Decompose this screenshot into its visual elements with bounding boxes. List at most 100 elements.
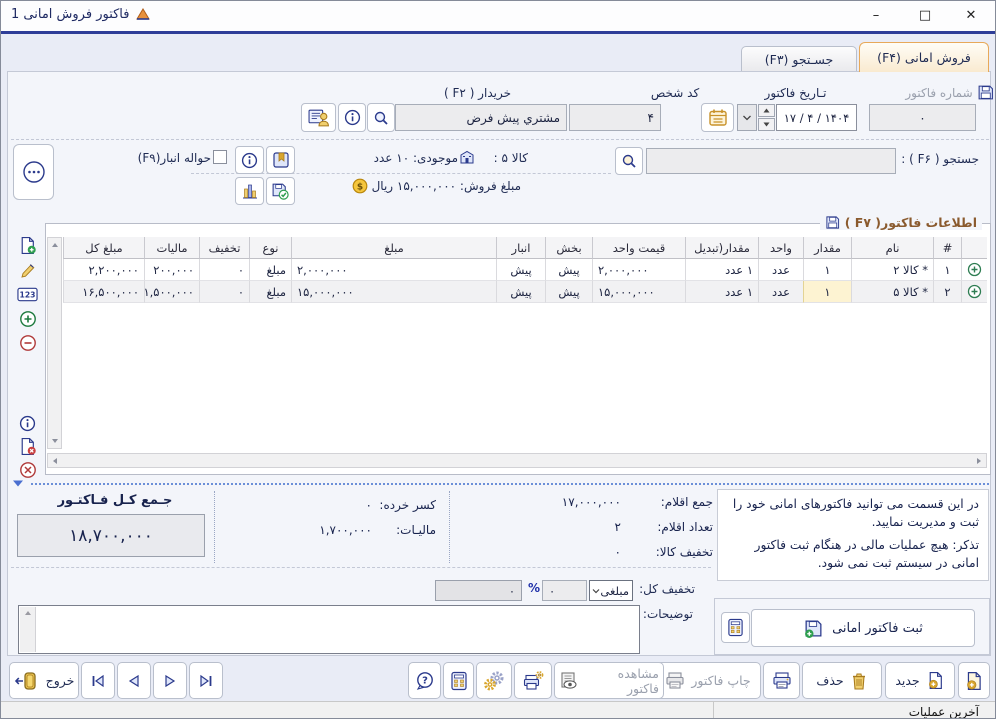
exit-button[interactable]: خروج: [9, 662, 79, 699]
column-header: نام: [851, 237, 933, 259]
warehouse-receipt-checkbox[interactable]: [213, 150, 227, 164]
cell-tax[interactable]: ۲۰۰,۰۰۰: [144, 259, 199, 281]
grid-header-row: # نام مقدار واحد مقدار(تبدیل قیمت واحد ب…: [63, 237, 987, 259]
delete-button[interactable]: حذف: [802, 662, 882, 699]
discount-percent-field[interactable]: ۰: [435, 580, 522, 601]
splitter-line[interactable]: [31, 483, 989, 485]
tab-search[interactable]: جسـتجو (F۳): [741, 46, 857, 72]
item-info-button[interactable]: [235, 146, 264, 174]
spinner-down-icon[interactable]: [758, 118, 775, 131]
cell-warehouse[interactable]: پیش: [496, 281, 545, 303]
cell-amount[interactable]: ۱۵,۰۰۰,۰۰۰: [291, 281, 496, 303]
cell-discount[interactable]: ۰: [199, 259, 249, 281]
cell-qty-conv[interactable]: ۱ عدد: [685, 259, 758, 281]
new-button[interactable]: جدید: [885, 662, 955, 699]
edit-row-icon[interactable]: [17, 260, 38, 281]
grid-vertical-scrollbar[interactable]: [47, 237, 62, 449]
close-button[interactable]: ✕: [959, 5, 983, 26]
item-search-field[interactable]: [646, 148, 896, 174]
customer-report-button[interactable]: [301, 103, 336, 132]
cell-section[interactable]: پیش: [545, 281, 592, 303]
cell-unit[interactable]: عدد: [758, 259, 803, 281]
spinner-up-icon[interactable]: [758, 104, 775, 117]
cell-unit-price[interactable]: ۱۵,۰۰۰,۰۰۰: [592, 281, 685, 303]
cell-unit[interactable]: عدد: [758, 281, 803, 303]
more-options-button[interactable]: [13, 144, 54, 200]
cell-qty-selected[interactable]: ۱: [803, 281, 851, 303]
item-search-button[interactable]: [615, 147, 643, 175]
increase-icon[interactable]: [17, 308, 38, 329]
cell-tax[interactable]: ۱,۵۰۰,۰۰۰: [144, 281, 199, 303]
buyer-search-button[interactable]: [367, 103, 395, 132]
new-invoice-icon-button[interactable]: [958, 662, 990, 699]
cell-section[interactable]: پیش: [545, 259, 592, 281]
scroll-up-icon[interactable]: [48, 238, 62, 252]
save-settings-button[interactable]: [266, 177, 295, 205]
cell-total[interactable]: ۲,۲۰۰,۰۰۰: [63, 259, 144, 281]
buyer-info-button[interactable]: [338, 103, 366, 132]
discount-amount-field[interactable]: ۰: [542, 580, 587, 601]
delete-row-icon[interactable]: [17, 436, 38, 457]
calendar-button[interactable]: [701, 103, 734, 132]
maximize-button[interactable]: □: [913, 5, 937, 26]
cell-warehouse[interactable]: پیش: [496, 259, 545, 281]
cancel-icon[interactable]: [17, 459, 38, 480]
print-settings-button[interactable]: [514, 662, 552, 699]
invoice-number-field[interactable]: ۰: [869, 104, 976, 131]
item-chart-button[interactable]: [235, 177, 264, 205]
printer-gear-icon: [523, 671, 544, 691]
invoice-date-field[interactable]: ۱۷ / ۴ / ۱۴۰۴: [776, 104, 857, 131]
row-add-icon[interactable]: [961, 281, 987, 303]
quick-print-button[interactable]: [763, 662, 800, 699]
cell-type[interactable]: مبلغ: [249, 259, 291, 281]
settings-button[interactable]: [476, 662, 512, 699]
add-row-icon[interactable]: [17, 235, 38, 256]
nav-next-button[interactable]: [153, 662, 187, 699]
save-icon: [977, 84, 994, 101]
notes-scrollbar[interactable]: [20, 607, 36, 652]
cell-total[interactable]: ۱۶,۵۰۰,۰۰۰: [63, 281, 144, 303]
calculator-small-button[interactable]: [721, 612, 750, 643]
scroll-left-icon[interactable]: [48, 454, 62, 468]
quantity-entry-icon[interactable]: 123: [17, 284, 38, 305]
cell-qty[interactable]: ۱: [803, 259, 851, 281]
cell-name[interactable]: * کالا ۲: [851, 259, 933, 281]
cell-discount[interactable]: ۰: [199, 281, 249, 303]
cell-name[interactable]: * کالا ۵: [851, 281, 933, 303]
row-add-icon[interactable]: [961, 259, 987, 281]
tab-consignment-sale[interactable]: فروش امانی (F۴): [859, 42, 989, 72]
column-header: #: [933, 237, 961, 259]
cell-qty-conv[interactable]: ۱ عدد: [685, 281, 758, 303]
collapse-splitter-button[interactable]: [11, 479, 25, 488]
svg-text:?: ?: [422, 675, 428, 686]
cell-amount[interactable]: ۲,۰۰۰,۰۰۰: [291, 259, 496, 281]
help-button[interactable]: ?: [408, 662, 441, 699]
stock-text: موجودی: ۱۰ عدد: [366, 151, 458, 165]
date-spinner[interactable]: [758, 104, 775, 131]
date-dropdown-button[interactable]: [737, 104, 757, 131]
nav-first-button[interactable]: [81, 662, 115, 699]
decrease-icon[interactable]: [17, 332, 38, 353]
nav-first-icon: [90, 673, 106, 689]
cell-num[interactable]: ۱: [933, 259, 961, 281]
buyer-field[interactable]: مشتري پيش فرض: [395, 104, 567, 131]
person-code-field[interactable]: ۴: [569, 104, 661, 131]
grid-horizontal-scrollbar[interactable]: [47, 453, 987, 468]
discount-type-select[interactable]: مبلغی: [589, 580, 633, 601]
calculator-button[interactable]: [443, 662, 474, 699]
view-invoice-button[interactable]: مشاهده فاکتور: [554, 662, 664, 699]
warehouse-icon: [459, 149, 475, 165]
scroll-right-icon[interactable]: [972, 454, 986, 468]
minimize-button[interactable]: –: [864, 5, 888, 26]
bookmark-button[interactable]: [266, 146, 295, 174]
notes-textarea[interactable]: [18, 605, 640, 654]
scroll-down-icon[interactable]: [48, 434, 62, 448]
cell-type[interactable]: مبلغ: [249, 281, 291, 303]
cell-num[interactable]: ۲: [933, 281, 961, 303]
row-info-icon[interactable]: [17, 413, 38, 434]
print-invoice-button[interactable]: چاپ فاکتور: [655, 662, 761, 699]
nav-previous-button[interactable]: [117, 662, 151, 699]
cell-unit-price[interactable]: ۲,۰۰۰,۰۰۰: [592, 259, 685, 281]
nav-last-button[interactable]: [189, 662, 223, 699]
submit-invoice-button[interactable]: ثبت فاکتور امانی: [751, 609, 975, 647]
